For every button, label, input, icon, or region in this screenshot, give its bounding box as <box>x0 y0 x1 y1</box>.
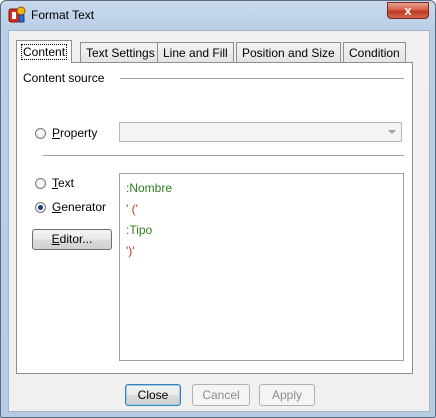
group-divider <box>120 78 404 79</box>
cancel-button[interactable]: Cancel <box>192 384 250 406</box>
section-divider <box>43 155 404 156</box>
tab-line-and-fill[interactable]: Line and Fill <box>157 42 234 62</box>
property-dropdown[interactable] <box>119 122 402 142</box>
generator-radio[interactable]: Generator <box>35 200 106 214</box>
tab-content[interactable]: Content <box>16 40 73 63</box>
apply-button[interactable]: Apply <box>259 384 315 406</box>
window-close-button[interactable]: x <box>387 2 429 19</box>
tab-position-and-size[interactable]: Position and Size <box>236 42 341 62</box>
editor-button[interactable]: Editor... <box>32 229 112 250</box>
close-button[interactable]: Close <box>125 384 181 406</box>
close-icon: x <box>404 3 412 18</box>
content-source-label: Content source <box>23 71 105 85</box>
window-title: Format Text <box>31 8 95 22</box>
tab-condition[interactable]: Condition <box>343 42 406 62</box>
format-text-dialog: Format Text x Content Text Settings Line… <box>0 0 436 418</box>
generator-line: ')' <box>126 244 135 258</box>
generator-radio-dot <box>35 201 46 213</box>
property-radio[interactable]: Property <box>35 126 97 140</box>
generator-line: :Tipo <box>126 223 153 237</box>
generator-line: :Nombre <box>126 181 173 195</box>
content-tab-panel: Content source Property Text Generator E… <box>16 62 413 374</box>
title-bar[interactable]: Format Text x <box>1 1 435 29</box>
app-icon <box>8 6 26 23</box>
text-radio-dot <box>35 177 46 189</box>
generator-line: ' (' <box>126 202 138 216</box>
generator-textarea[interactable]: :Nombre ' (' :Tipo ')' <box>119 173 404 361</box>
tab-text-settings[interactable]: Text Settings <box>80 42 161 62</box>
chevron-down-icon <box>388 130 396 134</box>
dialog-body: Content Text Settings Line and Fill Posi… <box>8 30 430 412</box>
text-radio[interactable]: Text <box>35 176 74 190</box>
property-radio-dot <box>35 127 46 139</box>
